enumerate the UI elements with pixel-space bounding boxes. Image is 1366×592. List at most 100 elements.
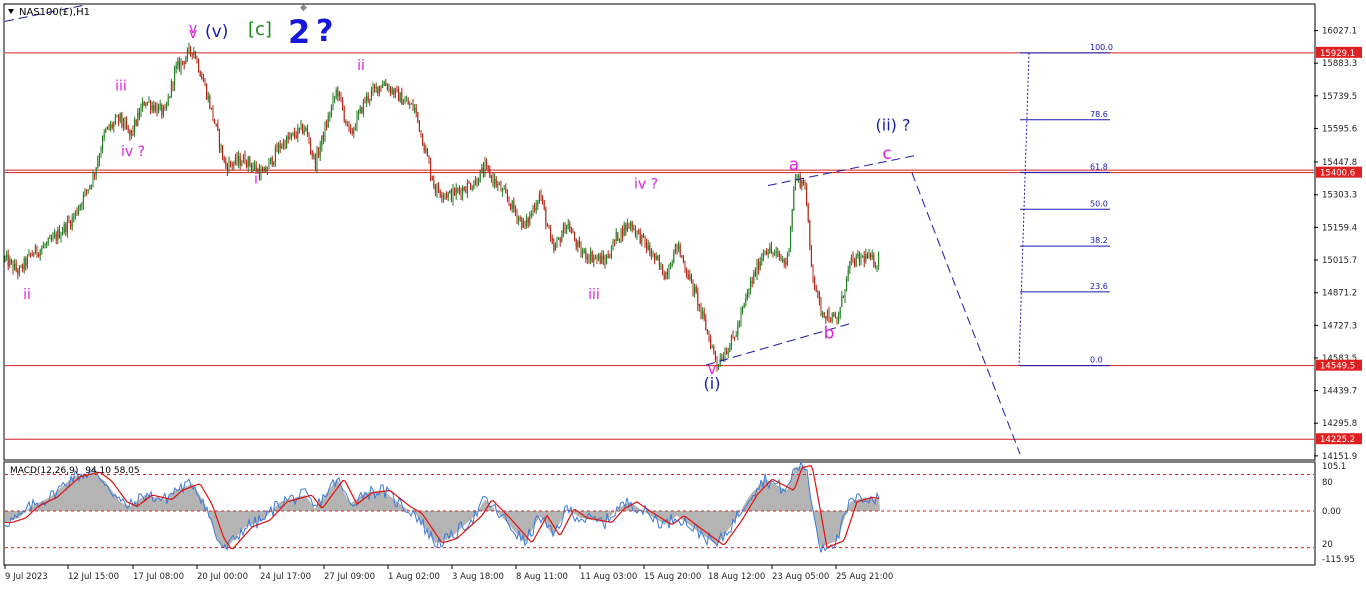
candle-body [124,121,126,128]
candle-body [350,128,352,130]
candle-body [188,47,190,50]
time-tick-label: 18 Aug 12:00 [708,572,765,582]
candle-body [47,238,49,244]
candle-body [428,156,430,162]
candle-body [433,180,435,187]
candle-body [580,245,582,256]
candle-body [399,92,401,102]
candle-body [777,251,779,254]
candle-body [273,161,275,166]
candle-body [817,291,819,293]
candle-body [778,253,780,258]
candle-body [585,250,587,259]
candle-body [497,184,499,186]
candle-body [18,267,20,275]
candle-body [490,176,492,178]
candle-body [404,100,406,103]
candle-body [111,124,113,128]
candle-body [199,71,201,77]
candle-body [505,188,507,193]
candle-body [823,312,825,317]
candle-body [98,156,100,162]
candle-body [558,238,560,240]
candle-body [495,178,497,186]
candle-body [681,254,683,258]
candle-body [74,210,76,217]
macd-axis-label: 105.1 [1322,462,1346,472]
candle-body [591,252,593,262]
candle-body [470,183,472,190]
candle-body [356,114,358,129]
candle-body [348,121,350,129]
candle-body [426,149,428,157]
candle-body [545,208,547,225]
candle-body [193,51,195,55]
candle-body [586,257,588,259]
candle-body [228,161,230,172]
candle-body [772,252,774,254]
candle-body [521,217,523,228]
candle-body [850,256,852,262]
candle-body [82,194,84,205]
candle-body [327,116,329,127]
candle-body [343,108,345,121]
price-tick-label: 14151.9 [1322,452,1357,462]
candle-body [113,122,115,128]
candle-body [340,92,342,101]
candle-body [590,252,592,262]
candle-body [102,137,104,151]
candle-body [686,270,688,275]
candle-body [622,228,624,237]
candle-body [513,201,515,210]
candle-body [169,96,171,98]
candle-body [687,274,689,280]
candle-body [569,224,571,232]
candle-body [665,272,667,280]
candle-body [201,76,203,80]
candle-body [842,296,844,298]
candle-body [862,255,864,257]
candle-body [617,232,619,241]
candle-body [466,182,468,193]
candle-body [543,201,545,209]
candle-body [239,156,241,166]
candle-body [161,104,163,115]
price-tick-label: 14727.3 [1322,321,1357,331]
candle-body [231,164,233,166]
candle-body [324,124,326,140]
candle-body [716,359,718,366]
candle-body [154,105,156,112]
candle-body [206,84,208,99]
candle-body [225,160,227,167]
candle-body [354,128,356,130]
candle-body [524,220,526,226]
candle-body [684,262,686,271]
candle-body [178,61,180,70]
fib-level-label: 23.6 [1090,282,1108,291]
candle-body [799,176,801,188]
candle-body [599,255,601,264]
candle-body [284,141,286,148]
candle-body [263,167,265,172]
candle-body [871,254,873,258]
candle-body [575,240,577,248]
candle-body [700,304,702,314]
time-tick-label: 27 Jul 09:00 [324,572,375,582]
candle-body [409,104,411,106]
candle-body [46,243,48,246]
candle-body [514,209,516,213]
candle-body [847,269,849,277]
candle-body [180,61,182,70]
candle-body [361,107,363,114]
candle-body [58,230,60,239]
candle-body [574,232,576,241]
candle-body [375,86,377,88]
price-chart-svg[interactable]: 100.078.661.850.038.223.60.0 viiiiv ?iii… [0,0,1366,588]
candle-body [33,254,35,256]
candle-body [582,252,584,256]
candle-body [735,335,737,337]
candle-body [260,169,262,178]
candle-body [250,164,252,169]
candle-body [148,101,150,103]
candle-body [271,157,273,166]
